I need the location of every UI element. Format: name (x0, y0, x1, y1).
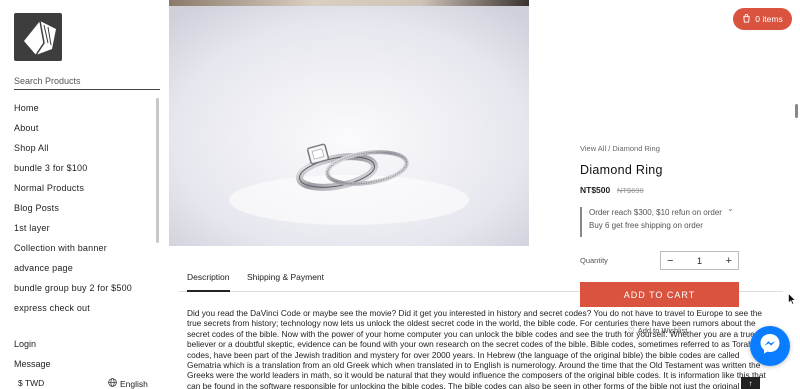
login-link[interactable]: Login (14, 339, 36, 349)
product-price: NT$500 (580, 185, 611, 195)
rings-illustration (169, 6, 529, 246)
sidebar-item-1st-layer[interactable]: 1st layer (14, 221, 154, 241)
currency-selector[interactable]: $ TWD (18, 378, 44, 388)
sidebar-item-about[interactable]: About (14, 121, 154, 141)
wishlist-button[interactable]: ♡ Add to Wishlist (628, 326, 687, 335)
back-to-top-button[interactable]: ↑ (741, 377, 760, 389)
language-label: English (120, 378, 148, 389)
sidebar-item-collection-banner[interactable]: Collection with banner (14, 241, 154, 261)
product-description: Did you read the DaVinci Code or maybe s… (187, 308, 766, 389)
messenger-button[interactable] (750, 326, 790, 366)
sidebar-item-bundle-group-buy[interactable]: bundle group buy 2 for $500 (14, 281, 154, 301)
promo-line-1: Order reach $300, $10 refun on order (589, 208, 722, 217)
message-link[interactable]: Message (14, 359, 51, 369)
globe-icon (108, 378, 117, 389)
sidebar-item-shop-all[interactable]: Shop All (14, 141, 154, 161)
image-top-strip (169, 0, 529, 6)
sidebar-item-normal-products[interactable]: Normal Products (14, 181, 154, 201)
sidebar-item-bundle-3[interactable]: bundle 3 for $100 (14, 161, 154, 181)
wishlist-label: Add to Wishlist (637, 326, 688, 335)
sidebar-item-advance-page[interactable]: advance page (14, 261, 154, 281)
sidebar: Search Products Home About Shop All bund… (0, 0, 165, 389)
sidebar-item-blog-posts[interactable]: Blog Posts (14, 201, 154, 221)
product-old-price: NT$690 (617, 186, 644, 195)
cart-button[interactable]: 0 items (733, 8, 792, 30)
sidebar-item-home[interactable]: Home (14, 101, 154, 121)
search-input[interactable]: Search Products (14, 74, 160, 90)
sidebar-scrollbar[interactable] (156, 98, 159, 243)
minus-button[interactable]: − (667, 255, 673, 267)
plus-button[interactable]: + (726, 255, 732, 267)
product-image[interactable] (169, 0, 529, 246)
tab-description[interactable]: Description (187, 272, 230, 292)
store-logo[interactable] (14, 13, 62, 61)
language-selector[interactable]: English (108, 378, 148, 389)
mouse-cursor-icon (788, 292, 797, 310)
sidebar-nav: Home About Shop All bundle 3 for $100 No… (14, 101, 154, 321)
cart-icon (742, 13, 751, 25)
page-scrollbar[interactable] (795, 104, 798, 118)
add-to-cart-button[interactable]: ADD TO CART (580, 282, 739, 307)
breadcrumb[interactable]: View All / Diamond Ring (580, 144, 660, 153)
cart-label: 0 items (755, 14, 783, 24)
messenger-icon (758, 332, 782, 361)
product-title: Diamond Ring (580, 163, 663, 177)
currency-label: $ TWD (18, 378, 45, 388)
chevron-down-icon[interactable]: ⌄ (727, 204, 734, 213)
quantity-value[interactable]: 1 (697, 256, 702, 266)
promotion-box[interactable]: Order reach $300, $10 refun on order Buy… (580, 207, 738, 237)
quantity-label: Quantity (580, 256, 608, 265)
tab-shipping-payment[interactable]: Shipping & Payment (247, 272, 324, 290)
promo-line-2: Buy 6 get free shipping on order (589, 220, 703, 230)
sidebar-item-express-checkout[interactable]: express check out (14, 301, 154, 321)
quantity-stepper: − 1 + (660, 251, 739, 270)
heart-icon: ♡ (628, 326, 635, 335)
